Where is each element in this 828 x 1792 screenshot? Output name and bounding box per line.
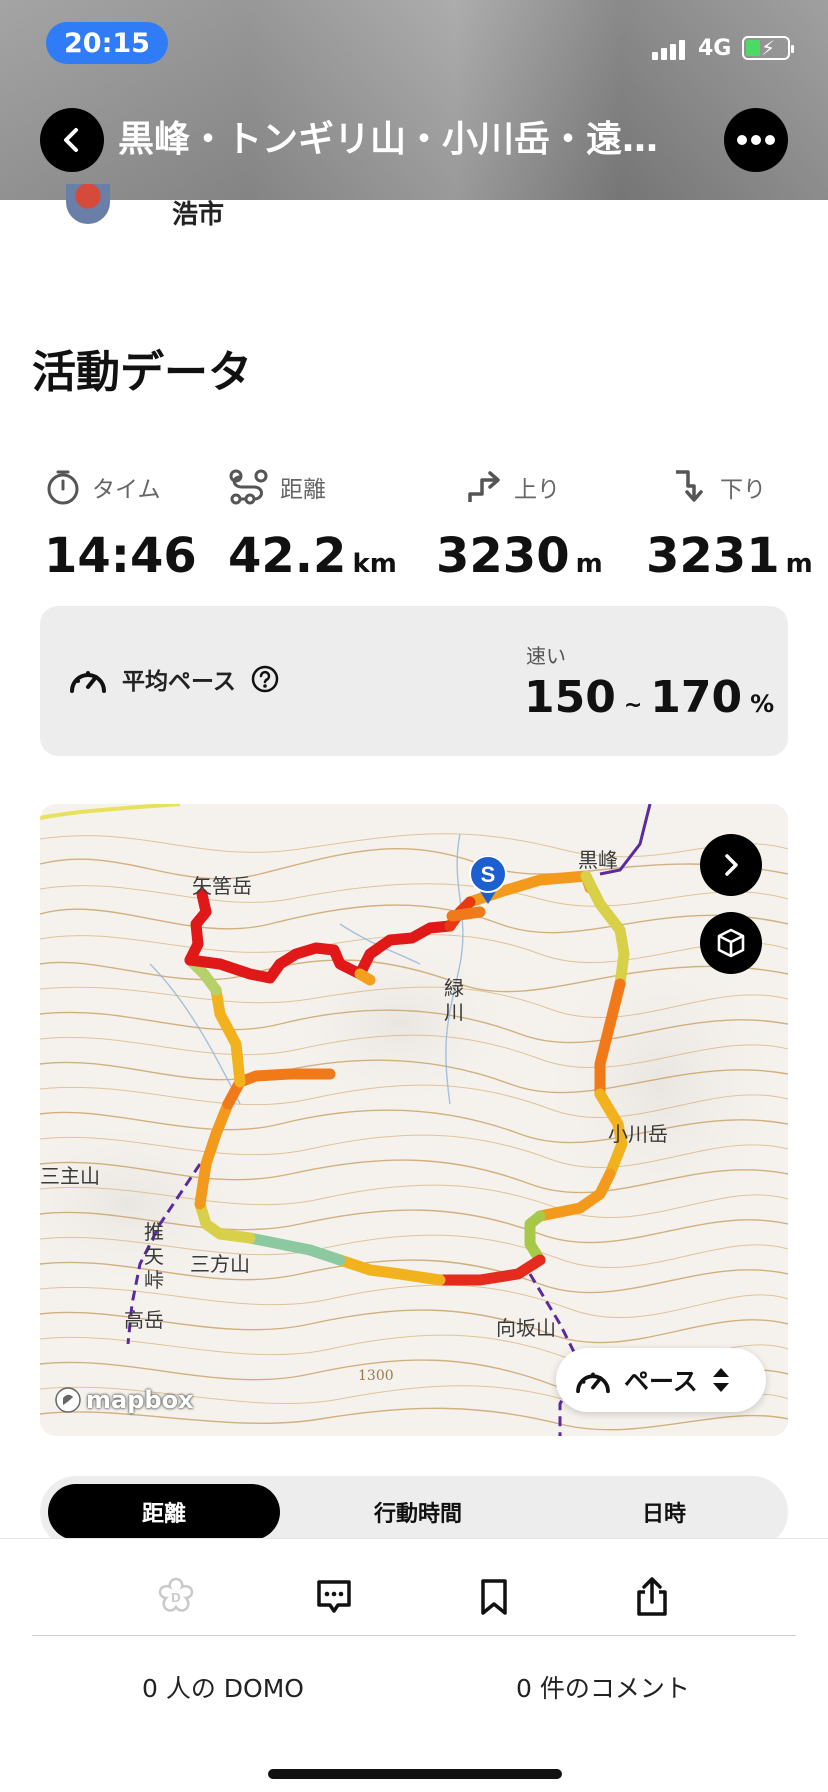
pace-tilde: ~	[623, 693, 643, 718]
pace-min: 150	[524, 672, 616, 723]
map-label-yahazu: 矢筈岳	[192, 874, 252, 898]
stat-distance-label: 距離	[280, 477, 326, 503]
stat-descent-label: 下り	[720, 477, 766, 503]
tab-distance[interactable]: 距離	[48, 1484, 280, 1540]
share-icon	[637, 1577, 667, 1616]
map-label-kuromine: 黒峰	[578, 848, 618, 872]
stat-distance: 距離 42.2 km	[228, 466, 397, 584]
pace-card: 平均ペース 速い 150 ~170%	[40, 606, 788, 756]
tab-moving-time[interactable]: 行動時間	[302, 1484, 534, 1540]
comment-icon	[317, 1580, 351, 1613]
speedometer-icon	[576, 1372, 610, 1394]
home-indicator	[268, 1769, 562, 1779]
help-icon[interactable]	[250, 664, 280, 694]
sort-arrows-icon	[712, 1368, 729, 1392]
map-pace-toggle-label: ペース	[624, 1367, 698, 1396]
map-3d-button[interactable]	[700, 912, 762, 974]
pace-speed-label: 速い	[526, 644, 566, 668]
mapbox-logo: mapbox	[54, 1386, 194, 1414]
user-name[interactable]: 浩市	[172, 194, 224, 231]
avatar[interactable]	[66, 184, 110, 224]
domo-flower-icon: D	[158, 1577, 194, 1612]
status-time: 20:15	[46, 22, 168, 64]
section-title: 活動データ	[32, 347, 252, 398]
share-button[interactable]	[624, 1569, 680, 1625]
network-type: 4G	[698, 36, 732, 61]
map-label-midori-2: 川	[444, 1000, 464, 1024]
pace-max: 170	[650, 672, 743, 723]
cube-icon	[717, 928, 745, 958]
bookmark-icon	[481, 1579, 507, 1615]
map-label-mukaisaka: 向坂山	[496, 1316, 556, 1340]
stat-ascent-unit: m	[575, 549, 603, 579]
comment-count[interactable]: 0 件のコメント	[516, 1669, 690, 1705]
map-pace-toggle[interactable]: ペース	[556, 1348, 766, 1412]
map-label-sanshu: 三主山	[40, 1164, 100, 1188]
domo-count[interactable]: 0 人の DOMO	[142, 1669, 304, 1705]
tab-datetime[interactable]: 日時	[548, 1484, 780, 1540]
ascent-icon	[468, 471, 500, 502]
pace-label: 平均ペース	[122, 669, 236, 695]
map-open-button[interactable]	[700, 834, 762, 896]
map-label-takadake: 高岳	[124, 1308, 164, 1332]
back-button[interactable]	[40, 108, 104, 172]
stat-time-label: タイム	[92, 477, 161, 503]
chevron-right-icon	[725, 854, 738, 876]
pace-unit: %	[750, 690, 775, 718]
comment-button[interactable]	[306, 1569, 362, 1625]
map-label-shii-3: 峠	[144, 1268, 164, 1292]
bottom-action-bar: D 0 人の DOMO 0 件のコメント	[0, 1538, 828, 1792]
divider	[32, 1635, 796, 1636]
stat-time-value: 14:46	[44, 528, 197, 584]
stat-ascent-label: 上り	[514, 477, 560, 503]
stat-time: タイム 14:46	[44, 466, 197, 584]
page-title: 黒峰・トンギリ山・小川岳・遠…	[118, 119, 659, 160]
battery-icon: ⚡	[742, 36, 794, 60]
route-icon	[229, 469, 268, 505]
map-label-elevation: 1300	[358, 1368, 394, 1384]
more-button[interactable]	[724, 108, 788, 172]
start-marker-label: S	[481, 862, 496, 887]
svg-text:D: D	[171, 1590, 180, 1605]
map-label-mitsukata: 三方山	[190, 1252, 250, 1276]
more-dots-icon	[737, 135, 775, 145]
stat-descent-value: 3231	[646, 528, 780, 584]
signal-icon	[652, 38, 685, 60]
route-map[interactable]: S 矢筈岳 黒峰 緑 川 小川岳 三方山 三主山 推 矢 峠 高岳 向坂山 13…	[40, 804, 788, 1436]
bookmark-button[interactable]	[466, 1569, 522, 1625]
stat-ascent-value: 3230	[436, 528, 570, 584]
mapbox-attribution: mapbox	[86, 1386, 194, 1414]
stat-ascent: 上り 3230 m	[436, 466, 603, 584]
stopwatch-icon	[47, 470, 79, 505]
stat-descent-unit: m	[785, 549, 813, 579]
speedometer-icon	[70, 671, 106, 693]
pace-range: 150 ~170%	[524, 672, 774, 723]
mapbox-logo-icon	[55, 1387, 81, 1413]
map-label-ogawa: 小川岳	[608, 1122, 668, 1146]
stat-descent: 下り 3231 m	[646, 466, 813, 584]
chevron-left-icon	[64, 128, 78, 152]
domo-button[interactable]: D	[148, 1569, 204, 1625]
descent-icon	[676, 470, 703, 502]
stat-distance-value: 42.2	[228, 528, 347, 584]
map-canvas[interactable]: S	[40, 804, 788, 1436]
stat-distance-unit: km	[352, 549, 397, 579]
